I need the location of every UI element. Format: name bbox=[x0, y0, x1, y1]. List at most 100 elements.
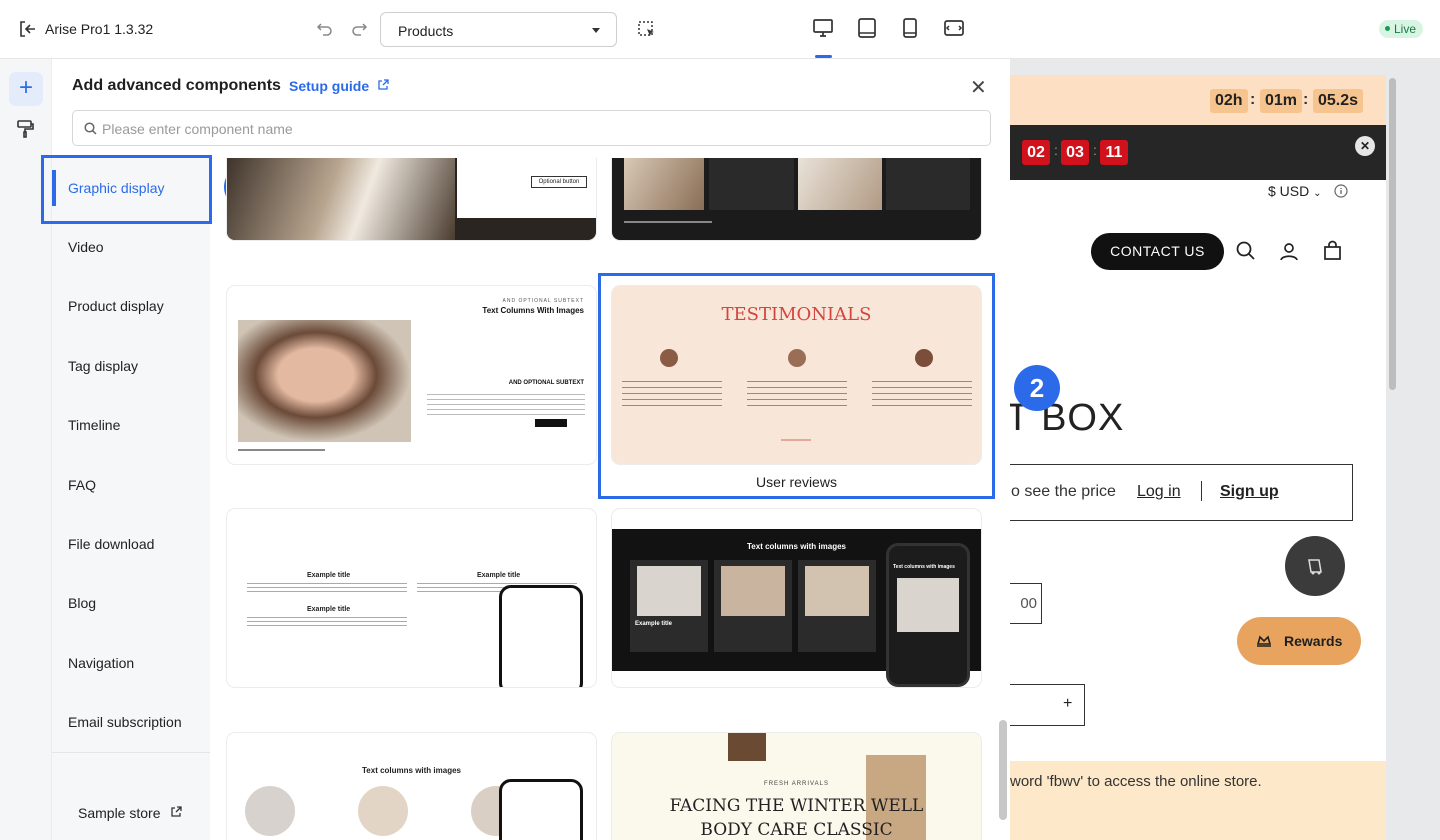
category-file-download[interactable]: File download bbox=[68, 536, 154, 552]
chevron-down-icon: ⌄ bbox=[1313, 188, 1322, 199]
component-card-text-columns[interactable]: Text Columns With Images AND OPTIONAL SU… bbox=[227, 286, 596, 464]
setup-guide-label: Setup guide bbox=[289, 78, 370, 94]
countdown-value: 02 bbox=[1022, 140, 1050, 165]
account-icon[interactable] bbox=[1279, 241, 1299, 261]
column-card bbox=[714, 560, 792, 652]
component-search[interactable] bbox=[72, 110, 991, 146]
panel-title: Add advanced components bbox=[72, 77, 281, 94]
quantity-field[interactable]: 00 bbox=[1010, 583, 1042, 624]
close-icon[interactable]: ✕ bbox=[1355, 136, 1375, 156]
card-progress bbox=[238, 449, 325, 451]
example-title: Example title bbox=[477, 572, 521, 579]
tablet-icon[interactable] bbox=[857, 17, 877, 39]
countdown-seconds: 05.2s bbox=[1313, 89, 1364, 113]
component-card-round-images[interactable]: Text columns with images bbox=[227, 733, 596, 840]
login-link[interactable]: Log in bbox=[1137, 483, 1181, 501]
category-blog[interactable]: Blog bbox=[68, 595, 96, 611]
app-title: Arise Pro1 1.3.32 bbox=[45, 21, 154, 37]
category-video[interactable]: Video bbox=[68, 239, 104, 255]
stepper-plus-button[interactable]: + bbox=[1063, 695, 1072, 713]
chevron-down-icon bbox=[592, 28, 600, 33]
search-icon[interactable] bbox=[1236, 241, 1256, 261]
paint-roller-icon[interactable] bbox=[16, 119, 36, 139]
preview-scrollbar[interactable] bbox=[1389, 78, 1396, 390]
sample-store-label: Sample store bbox=[78, 805, 161, 821]
category-faq[interactable]: FAQ bbox=[68, 477, 96, 493]
rewards-label: Rewards bbox=[1284, 633, 1343, 649]
currency-label: $ USD bbox=[1268, 183, 1310, 199]
contact-us-button[interactable]: CONTACT US bbox=[1091, 233, 1224, 270]
cart-icon[interactable] bbox=[1323, 240, 1342, 261]
countdown-value: 03 bbox=[1061, 140, 1089, 165]
phone-image bbox=[897, 578, 959, 632]
card-body-text bbox=[427, 394, 585, 416]
column-image bbox=[721, 566, 785, 616]
card-subtext: AND OPTIONAL SUBTEXT bbox=[502, 298, 584, 304]
example-title: Example title bbox=[307, 572, 351, 579]
redo-icon[interactable] bbox=[350, 21, 368, 37]
info-icon[interactable] bbox=[1334, 184, 1348, 198]
signup-link[interactable]: Sign up bbox=[1220, 483, 1279, 501]
component-card-text-columns-dark[interactable]: Text columns with images Example title T… bbox=[612, 509, 981, 687]
phone-mockup bbox=[499, 585, 583, 687]
crown-icon bbox=[1256, 635, 1272, 647]
column-card bbox=[798, 560, 876, 652]
desktop-icon[interactable] bbox=[812, 18, 834, 38]
undo-icon[interactable] bbox=[316, 21, 334, 37]
category-email-subscription[interactable]: Email subscription bbox=[68, 714, 182, 730]
mobile-icon[interactable] bbox=[902, 17, 918, 39]
active-device-indicator bbox=[815, 55, 832, 58]
countdown-colon: : bbox=[1054, 142, 1058, 158]
category-navigation[interactable]: Navigation bbox=[68, 655, 134, 671]
price-text: o see the price bbox=[1011, 483, 1116, 500]
setup-guide-link[interactable]: Setup guide bbox=[289, 78, 389, 94]
panel-scrollbar[interactable] bbox=[999, 720, 1007, 820]
step-badge-2: 2 bbox=[1014, 365, 1060, 411]
floating-cart-button[interactable] bbox=[1285, 536, 1345, 596]
link-divider bbox=[1201, 481, 1202, 501]
category-tag-display[interactable]: Tag display bbox=[68, 358, 138, 374]
fresh-arrivals-label: FRESH ARRIVALS bbox=[764, 781, 829, 787]
round-image bbox=[358, 786, 408, 836]
login-to-see-price: o see the price Log in Sign up bbox=[1010, 464, 1353, 521]
store-preview: 02h : 01m : 05.2s 02 : 03 : 11 ✕ $ USD ⌄… bbox=[1010, 75, 1386, 840]
rewards-button[interactable]: Rewards bbox=[1237, 617, 1361, 665]
winter-heading-1: FACING THE WINTER WELL bbox=[669, 796, 924, 816]
page-select[interactable]: Products bbox=[380, 12, 617, 47]
category-list: Graphic display Video Product display Ta… bbox=[52, 157, 210, 840]
category-product-display[interactable]: Product display bbox=[68, 298, 164, 314]
component-grid: Optional button Text Columns With Images… bbox=[211, 158, 996, 840]
countdown-colon: : bbox=[1250, 91, 1256, 108]
component-card-fresh-arrivals[interactable]: FRESH ARRIVALS FACING THE WINTER WELL BO… bbox=[612, 733, 981, 840]
category-timeline[interactable]: Timeline bbox=[68, 417, 120, 433]
package-icon bbox=[1308, 559, 1322, 575]
password-text: word 'fbwv' to access the online store. bbox=[1010, 773, 1262, 790]
countdown-minutes: 01m bbox=[1260, 89, 1303, 113]
countdown-colon: : bbox=[1093, 142, 1097, 158]
close-icon[interactable]: ✕ bbox=[970, 75, 987, 100]
portrait-image bbox=[238, 320, 411, 442]
product-image bbox=[728, 733, 766, 761]
select-element-icon[interactable] bbox=[637, 20, 657, 40]
quantity-stepper[interactable]: + bbox=[1010, 684, 1085, 726]
card-title: Text columns with images bbox=[362, 766, 461, 775]
live-label: Live bbox=[1394, 22, 1417, 36]
round-image bbox=[245, 786, 295, 836]
currency-selector[interactable]: $ USD ⌄ bbox=[1268, 183, 1322, 199]
card-body-text bbox=[247, 617, 407, 627]
card-text-panel bbox=[709, 158, 794, 210]
component-card-slideshow[interactable] bbox=[612, 158, 981, 240]
component-card-text-columns-mobile[interactable]: Example title Example title Example titl… bbox=[227, 509, 596, 687]
card-progress bbox=[624, 221, 712, 223]
component-card-graphic[interactable]: Optional button bbox=[227, 158, 596, 240]
add-component-button[interactable]: + bbox=[9, 72, 43, 106]
exit-icon[interactable] bbox=[18, 20, 36, 38]
example-title: Example title bbox=[635, 621, 673, 627]
page-select-value: Products bbox=[398, 23, 454, 39]
countdown-hours: 02h bbox=[1210, 89, 1248, 113]
card-body-text bbox=[247, 583, 407, 593]
fullscreen-icon[interactable] bbox=[943, 19, 965, 37]
search-input[interactable] bbox=[102, 119, 962, 139]
column-image bbox=[637, 566, 701, 616]
sample-store-link[interactable]: Sample store bbox=[78, 805, 183, 821]
